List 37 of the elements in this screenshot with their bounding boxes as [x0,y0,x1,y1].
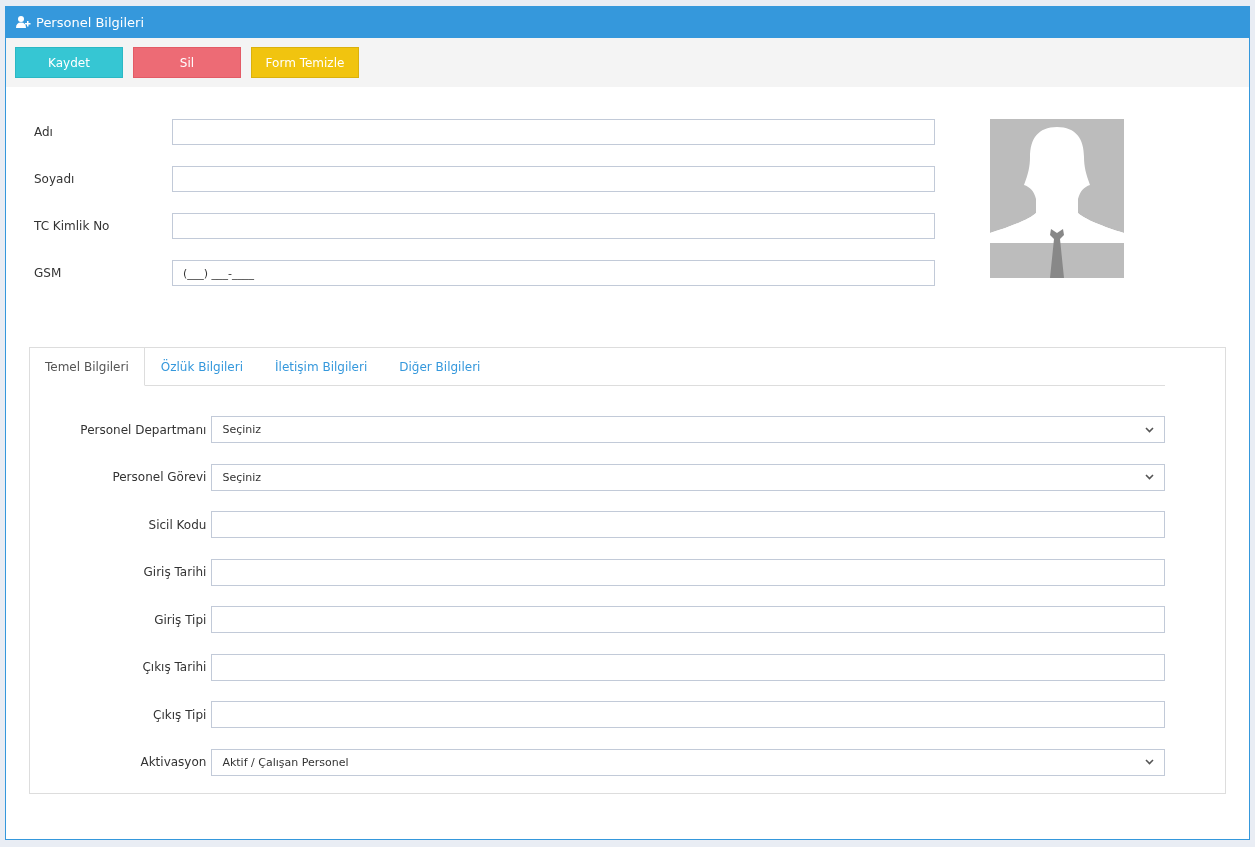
field-label: Personel Görevi [111,470,208,484]
field-label: Sicil Kodu [147,517,208,532]
user-add-icon [16,16,31,28]
action-button[interactable]: Form Temizle [251,47,359,78]
input-field[interactable] [172,166,935,192]
field-label: TC Kimlik No [34,219,111,233]
field-label: Çıkış Tipi [152,707,208,722]
field-label: Adı [34,125,54,139]
tab[interactable]: İletişim Bilgileri [259,348,384,386]
input-field[interactable] [211,653,1165,681]
chevron-down-icon [1145,759,1154,765]
input-field[interactable] [211,558,1165,586]
input-field[interactable] [211,606,1165,633]
field-label: Giriş Tarihi [142,565,208,579]
select-field[interactable]: Aktif / Çalışan Personel [211,748,1165,776]
chevron-down-icon [1145,474,1154,480]
tab[interactable]: Özlük Bilgileri [144,348,260,386]
tab[interactable]: Temel Bilgileri [30,348,145,386]
action-button[interactable]: Kaydet [15,47,123,78]
input-field[interactable] [211,701,1165,728]
input-field[interactable] [172,119,935,145]
action-button[interactable]: Sil [133,47,241,78]
field-label: GSM [34,266,63,280]
avatar-silhouette-icon [990,119,1124,278]
panel-title: Personel Bilgileri [36,14,144,30]
input-field[interactable] [211,511,1165,538]
select-field[interactable]: Seçiniz [211,463,1165,491]
chevron-down-icon [1145,426,1154,433]
field-label: Aktivasyon [139,755,208,769]
tab[interactable]: Diğer Bilgileri [383,348,497,386]
input-field[interactable] [172,213,935,239]
field-label: Soyadı [34,172,76,186]
field-label: Personel Departmanı [79,422,208,437]
select-field[interactable]: Seçiniz [211,416,1165,443]
field-label: Çıkış Tarihi [141,660,208,674]
field-label: Giriş Tipi [153,612,208,627]
input-field[interactable]: (___) ___-____ [172,260,935,286]
